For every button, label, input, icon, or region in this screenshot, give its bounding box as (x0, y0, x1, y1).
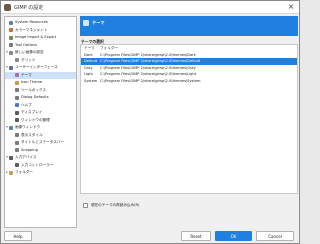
theme-folder-cell: C:\Program Files\GIMP 2\share\gimp\2.0\t… (100, 59, 201, 64)
table-row[interactable]: Default C:\Program Files\GIMP 2\share\gim… (81, 58, 297, 65)
input-controllers-icon (15, 163, 19, 167)
gimp-app-icon (4, 4, 11, 11)
sidebar-item[interactable]: System Resources (5, 19, 76, 26)
help-icon (15, 103, 19, 107)
category-tree[interactable]: System Resources カラーマネジメント Image Import & … (4, 16, 77, 228)
sidebar-item[interactable]: Snapping (5, 147, 76, 154)
grid-icon (15, 58, 19, 62)
sidebar-item[interactable]: ▸ フォルダー (5, 169, 76, 176)
theme-icon (83, 20, 89, 26)
theme-folder-cell: C:\Program Files\GIMP 2\share\gimp\2.0\t… (100, 65, 196, 70)
memory-icon (9, 20, 13, 25)
tool-options-icon (9, 43, 13, 47)
theme-name-cell: Dark (84, 53, 93, 57)
sidebar-item-label: ヘルプ (21, 102, 32, 107)
sidebar-item-label: 画像ウィンドウ (15, 125, 41, 129)
display-icon (15, 110, 19, 115)
sidebar-item-label: Tool Options (15, 42, 37, 47)
interface-icon (9, 65, 13, 70)
sidebar-item[interactable]: Image Import & Export (5, 34, 76, 41)
sidebar-item[interactable]: ▾ 入力デバイス (5, 154, 76, 161)
sidebar-item-label: フォルダー (15, 170, 33, 174)
appearance-icon (15, 133, 19, 137)
sidebar-item[interactable]: ウィンドウの管理 (5, 117, 76, 124)
sidebar-item[interactable]: タイトルとステータスバー (5, 139, 76, 146)
theme-folder-cell: C:\Program Files\GIMP 2\share\gimp\2.0\t… (100, 53, 196, 57)
color-management-icon (9, 28, 13, 32)
sidebar-item-label: System Resources (15, 20, 48, 24)
preferences-window: GIMP の設定 × System Resources カラーマネジメント Imag… (0, 0, 300, 244)
folders-icon (9, 170, 13, 175)
ok-button[interactable]: OK (215, 231, 252, 241)
image-window-icon (9, 125, 13, 130)
table-row[interactable]: Light C:\Program Files\GIMP 2\share\gimp\… (81, 71, 297, 77)
sidebar-item-label: 入力デバイス (15, 155, 37, 159)
reset-button[interactable]: Reset (181, 231, 211, 241)
image-import-export-icon (9, 35, 13, 40)
sidebar-item[interactable]: テーマ (5, 71, 76, 79)
table-row[interactable]: System C:\Program Files\GIMP 2\share\gimp… (81, 78, 297, 84)
title-bar[interactable]: GIMP の設定 × (1, 1, 299, 14)
sidebar-item[interactable]: ツールボックス (5, 87, 76, 94)
toolbox-icon (15, 88, 19, 92)
sidebar-item-label: Dialog Defaults (21, 95, 49, 99)
window-title: GIMP の設定 (14, 5, 44, 11)
sidebar-item-label: ウィンドウの管理 (21, 117, 50, 122)
help-button[interactable]: Help (4, 231, 32, 241)
title-status-icon (15, 140, 19, 145)
sidebar-item[interactable]: Tool Options (5, 42, 76, 49)
sidebar-item[interactable]: ▾ ユーザーインターフェース (5, 64, 76, 71)
sidebar-item-label: ディスプレイ (21, 110, 43, 114)
sidebar-item[interactable]: 表示スタイル (5, 132, 76, 139)
dialog-defaults-icon (15, 95, 19, 100)
page-title: テーマ (92, 20, 105, 25)
window-management-icon (15, 118, 19, 122)
dialog-footer: Help Reset OK Cancel (1, 229, 299, 243)
page-header: テーマ (80, 16, 298, 36)
main-panel: テーマ テーマの選択 テーマ フォルダー Dark C:\Program File… (80, 16, 298, 228)
sidebar-item[interactable]: 入力コントローラー (5, 162, 76, 169)
close-icon[interactable]: × (286, 2, 296, 12)
theme-table[interactable]: テーマ フォルダー Dark C:\Program Files\GIMP 2\sh… (80, 44, 298, 194)
sidebar-item[interactable]: グリッド (5, 57, 76, 64)
table-row[interactable]: Gray C:\Program Files\GIMP 2\share\gimp\2… (81, 65, 297, 71)
sidebar-item-label: カラーマネジメント (15, 27, 48, 32)
sidebar-item-label: Image Import & Export (15, 35, 57, 39)
sidebar-item[interactable]: ヘルプ (5, 102, 76, 109)
sidebar-item[interactable]: Dialog Defaults (5, 94, 76, 101)
column-header-theme[interactable]: テーマ (84, 45, 95, 51)
input-devices-icon (9, 155, 13, 160)
theme-name-cell: Default (84, 59, 98, 64)
sidebar-item[interactable]: カラーマネジメント (5, 27, 76, 34)
theme-name-cell: Gray (84, 65, 93, 70)
sidebar-item-label: Snapping (21, 147, 38, 152)
sidebar-item[interactable]: ディスプレイ (5, 109, 76, 116)
reload-theme-label: 現在のテーマの再読み込み(R) (91, 203, 140, 207)
table-row[interactable]: Dark C:\Program Files\GIMP 2\share\gimp\2… (81, 52, 297, 58)
sidebar-item-label: グリッド (21, 57, 36, 62)
cancel-button[interactable]: Cancel (256, 231, 294, 241)
theme-name-cell: System (84, 78, 98, 83)
reload-theme-checkbox[interactable] (83, 203, 88, 208)
column-header-folder[interactable]: フォルダー (100, 45, 118, 51)
sidebar-item-label: ツールボックス (21, 87, 47, 92)
theme-folder-cell: C:\Program Files\GIMP 2\share\gimp\2.0\t… (100, 78, 201, 83)
sidebar-item-label: タイトルとステータスバー (21, 140, 65, 144)
theme-name-cell: Light (84, 72, 93, 77)
sidebar-item[interactable]: Icon Theme (5, 79, 76, 86)
sidebar-item-label: 表示スタイル (21, 132, 43, 137)
sidebar-item[interactable]: ▾ 画像ウィンドウ (5, 124, 76, 131)
icon-theme-icon (15, 80, 19, 85)
sidebar-item[interactable]: ▾ 新しい画像の設定 (5, 49, 76, 56)
snapping-icon (15, 148, 19, 152)
sidebar-item-label: 新しい画像の設定 (15, 50, 44, 54)
new-image-icon (9, 50, 13, 55)
theme-icon (15, 73, 19, 77)
sidebar-item-label: ユーザーインターフェース (15, 65, 58, 69)
sidebar-item-label: Icon Theme (21, 80, 43, 84)
theme-folder-cell: C:\Program Files\GIMP 2\share\gimp\2.0\t… (100, 72, 197, 77)
sidebar-item-label: 入力コントローラー (21, 162, 54, 167)
sidebar-item-label: テーマ (21, 72, 32, 77)
